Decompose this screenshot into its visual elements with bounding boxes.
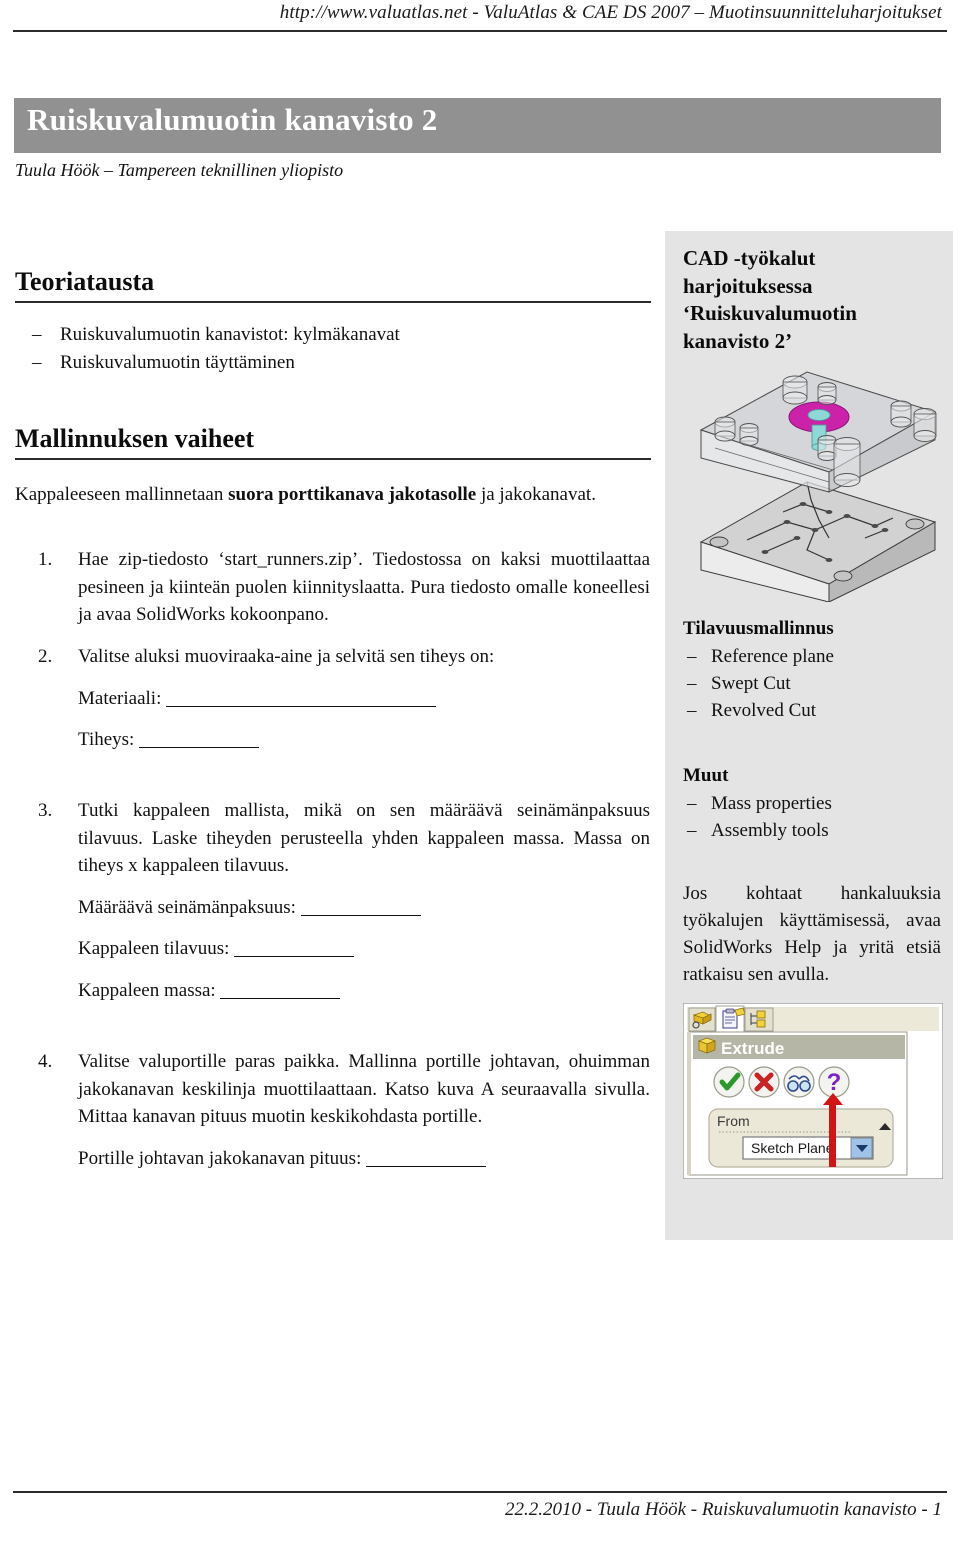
page-footer: 22.2.2010 - Tuula Höök - Ruiskuvalumuoti… xyxy=(0,1475,960,1545)
step-number: 4. xyxy=(38,1051,53,1072)
extrude-feature-icon xyxy=(697,1037,717,1054)
list-item: – Assembly tools xyxy=(683,818,941,845)
dash-bullet-icon: – xyxy=(687,645,697,667)
tab-feature-manager[interactable] xyxy=(688,1007,716,1032)
dash-bullet-icon: – xyxy=(687,820,697,842)
tab-configuration-manager[interactable] xyxy=(744,1007,774,1032)
fill-in-blank[interactable] xyxy=(234,956,355,958)
cad-mold-assembly-figure xyxy=(699,371,937,603)
sidebar-title: CAD -työkalut harjoituksessa ʻRuiskuvalu… xyxy=(683,246,857,354)
title-banner: Ruiskuvalumuotin kanavisto 2 xyxy=(14,98,941,153)
from-dropdown[interactable]: Sketch Plane xyxy=(742,1136,874,1160)
field-row: Tiheys: xyxy=(78,726,650,754)
list-item: – Swept Cut xyxy=(683,671,941,698)
sidebar-group-heading-other: Muut xyxy=(683,765,729,787)
page-title: Ruiskuvalumuotin kanavisto 2 xyxy=(27,102,438,137)
fill-in-blank[interactable] xyxy=(366,1165,487,1167)
fill-in-blank[interactable] xyxy=(220,997,341,999)
list-item: – Revolved Cut xyxy=(683,698,941,725)
sidebar-list-volume: – Reference plane – Swept Cut – Revolved… xyxy=(683,644,941,725)
list-item: – Ruiskuvalumuotin kanavistot: kylmäkana… xyxy=(32,321,632,349)
lower-mould-plate xyxy=(699,481,937,603)
help-button[interactable]: ? xyxy=(818,1066,850,1098)
sidebar-item-label: Swept Cut xyxy=(711,672,791,694)
field-row: Portille johtavan jakokanavan pituus: xyxy=(78,1145,650,1173)
page-running-head: http://www.valuatlas.net - ValuAtlas & C… xyxy=(0,0,960,34)
step-text: Hae zip-tiedosto ʻstart_runners.zipʼ. Ti… xyxy=(78,549,650,626)
fill-in-blank[interactable] xyxy=(139,747,260,749)
section-heading-theory-label: Teoriatausta xyxy=(15,267,155,296)
step-text: Valitse aluksi muoviraaka-aine ja selvit… xyxy=(78,646,495,667)
intro-text-pre: Kappaleeseen mallinnetaan xyxy=(15,484,229,505)
ok-button[interactable] xyxy=(713,1066,745,1098)
theory-item-text: Ruiskuvalumuotin täyttäminen xyxy=(60,351,295,373)
sidebar-item-label: Mass properties xyxy=(711,793,832,815)
field-label: Portille johtavan jakokanavan pituus: xyxy=(78,1147,362,1169)
section-rule-theory xyxy=(15,300,651,303)
theory-item-text: Ruiskuvalumuotin kanavistot: kylmäkanava… xyxy=(60,324,400,345)
solidworks-propertymanager-screenshot: Extrude ? From Sketch Plane xyxy=(682,1002,944,1180)
step-number: 3. xyxy=(38,800,53,821)
step-2: 2. Valitse aluksi muoviraaka-aine ja sel… xyxy=(38,643,650,754)
list-item: – Mass properties xyxy=(683,791,941,818)
step-text: Valitse valuportille paras paikka. Malli… xyxy=(78,1051,650,1128)
sidebar-item-label: Assembly tools xyxy=(711,820,829,842)
field-label: Määräävä seinämänpaksuus: xyxy=(78,896,296,918)
step-3: 3. Tutki kappaleen mallista, mikä on sen… xyxy=(38,797,650,1004)
dash-bullet-icon: – xyxy=(687,699,697,721)
list-item: – Ruiskuvalumuotin täyttäminen xyxy=(32,349,632,377)
sidebar-list-other: – Mass properties – Assembly tools xyxy=(683,791,941,845)
field-row: Määräävä seinämänpaksuus: xyxy=(78,894,650,922)
modelling-intro-paragraph: Kappaleeseen mallinnetaan suora porttika… xyxy=(15,482,651,509)
dash-bullet-icon: – xyxy=(32,351,42,373)
sidebar-help-note: Jos kohtaat hankaluuksia työkalujen käyt… xyxy=(683,883,941,985)
section-heading-modelling: Mallinnuksen vaiheet xyxy=(15,424,651,460)
field-label: Kappaleen massa: xyxy=(78,979,216,1001)
dash-bullet-icon: – xyxy=(687,793,697,815)
step-number: 2. xyxy=(38,646,53,667)
field-row: Kappaleen massa: xyxy=(78,977,650,1005)
sidebar-group-heading-volume: Tilavuusmallinnus xyxy=(683,617,834,639)
field-label: Kappaleen tilavuus: xyxy=(78,938,230,960)
from-group-box: From Sketch Plane xyxy=(708,1108,894,1168)
cad-tools-sidebar: CAD -työkalut harjoituksessa ʻRuiskuvalu… xyxy=(665,231,953,1240)
step-4: 4. Valitse valuportille paras paikka. Ma… xyxy=(38,1048,650,1172)
sidebar-item-label: Revolved Cut xyxy=(711,699,817,721)
running-head-text: http://www.valuatlas.net - ValuAtlas & C… xyxy=(279,2,942,23)
section-heading-modelling-label: Mallinnuksen vaiheet xyxy=(15,424,255,453)
list-item: – Reference plane xyxy=(683,644,941,671)
step-1: 1. Hae zip-tiedosto ʻstart_runners.zipʼ.… xyxy=(38,546,650,629)
header-rule xyxy=(13,30,947,32)
cancel-button[interactable] xyxy=(748,1066,780,1098)
section-heading-theory: Teoriatausta xyxy=(15,267,651,303)
svg-text:?: ? xyxy=(827,1069,842,1096)
fill-in-blank[interactable] xyxy=(166,705,437,707)
intro-text-post: ja jakokanavat. xyxy=(476,484,596,505)
section-rule-modelling xyxy=(15,457,651,460)
dash-bullet-icon: – xyxy=(687,672,697,694)
theory-list: – Ruiskuvalumuotin kanavistot: kylmäkana… xyxy=(32,321,632,376)
fill-in-blank[interactable] xyxy=(300,914,421,916)
propertymanager-feature-title: Extrude xyxy=(721,1039,784,1058)
dash-bullet-icon: – xyxy=(32,324,42,345)
from-group-label: From xyxy=(717,1113,750,1129)
intro-text-bold: suora porttikanava jakotasolle xyxy=(228,484,477,505)
step-text: Tutki kappaleen mallista, mikä on sen mä… xyxy=(78,800,650,877)
field-row: Kappaleen tilavuus: xyxy=(78,935,650,963)
field-label: Materiaali: xyxy=(78,687,162,709)
preview-button[interactable] xyxy=(783,1066,815,1098)
upper-mould-plate xyxy=(699,371,937,493)
footer-rule xyxy=(13,1491,947,1493)
from-dropdown-value: Sketch Plane xyxy=(751,1140,834,1156)
field-label: Tiheys: xyxy=(78,729,135,751)
sidebar-item-label: Reference plane xyxy=(711,645,834,667)
step-number: 1. xyxy=(38,549,53,570)
author-affiliation: Tuula Höök – Tampereen teknillinen yliop… xyxy=(15,160,344,180)
footer-text: 22.2.2010 - Tuula Höök - Ruiskuvalumuoti… xyxy=(505,1499,942,1520)
field-row: Materiaali: xyxy=(78,685,650,713)
tab-property-manager[interactable] xyxy=(715,1005,746,1033)
